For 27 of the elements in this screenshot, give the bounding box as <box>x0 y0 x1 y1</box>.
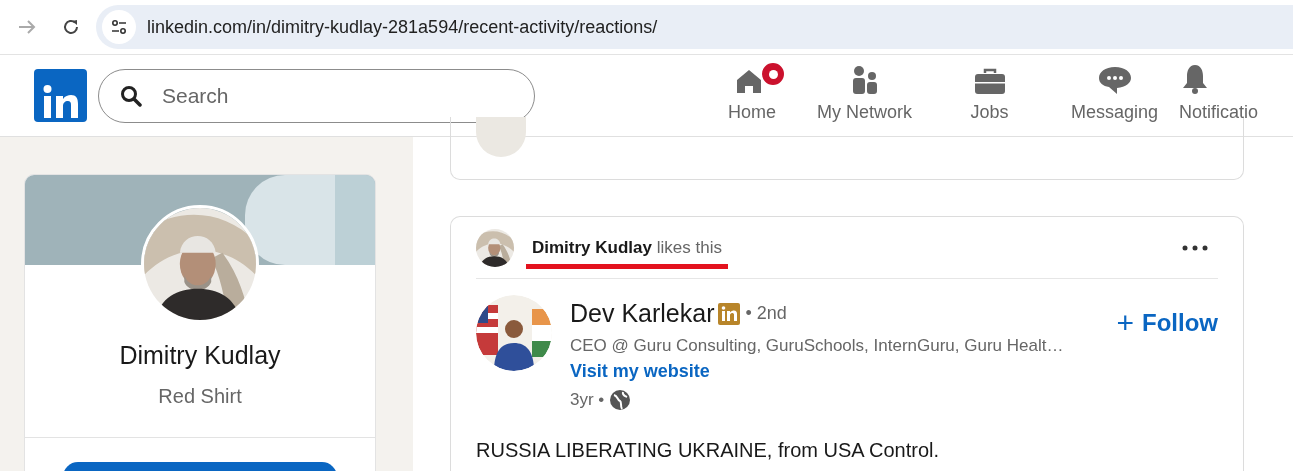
activity-text: Dimitry Kudlay likes this <box>531 237 723 257</box>
nav-item[interactable]: My Network <box>802 55 927 136</box>
nav-item[interactable]: Home <box>702 55 802 136</box>
nav-item[interactable]: Jobs <box>927 55 1052 136</box>
author-headline: CEO @ Guru Consulting, GuruSchools, InternGuru, Guru Healt… <box>570 334 1064 357</box>
profile-headline: Red Shirt <box>158 383 242 409</box>
post-time: 3yr • <box>570 389 605 411</box>
address-bar[interactable]: linkedin.com/in/dimitry-kudlay-281a594/recent-activity/reactions/ <box>96 5 1293 49</box>
connection-degree: • 2nd <box>745 302 787 326</box>
nav-item[interactable]: Messaging <box>1052 55 1177 136</box>
profile-name[interactable]: Dimitry Kudlay <box>119 337 281 375</box>
premium-badge-icon <box>717 302 740 325</box>
follow-button[interactable]: + Follow <box>1116 305 1218 341</box>
website-link[interactable]: Visit my website <box>570 358 1064 385</box>
reload-icon[interactable] <box>62 18 80 36</box>
search-icon <box>120 84 142 107</box>
briefcase-icon <box>973 67 1006 95</box>
globe-icon <box>609 388 632 411</box>
url-text: linkedin.com/in/dimitry-kudlay-281a594/recent-activity/reactions/ <box>147 15 658 39</box>
post-text: RUSSIA LIBERATING UKRAINE, from USA Control. <box>476 437 941 463</box>
site-settings-icon[interactable] <box>102 10 136 44</box>
linkedin-logo-icon[interactable] <box>34 69 87 122</box>
nav-item[interactable]: Notificatio <box>1177 55 1277 136</box>
search-field[interactable]: Search <box>162 79 534 112</box>
chat-bubble-icon <box>1096 65 1133 95</box>
more-options-icon[interactable] <box>1182 244 1208 251</box>
author-name[interactable]: Dev Karlekar <box>570 295 715 333</box>
